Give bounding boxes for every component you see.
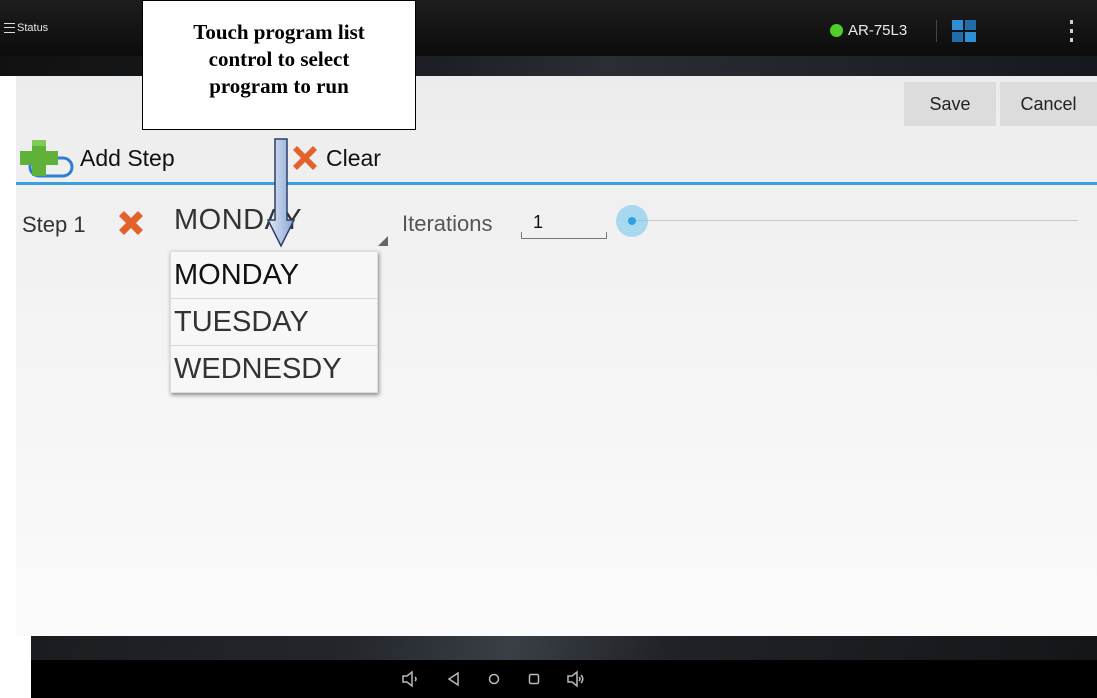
iterations-slider-track[interactable] [632,220,1078,221]
save-button[interactable]: Save [904,82,996,126]
dropdown-option[interactable]: MONDAY [171,252,377,299]
program-dropdown: MONDAY TUESDAY WEDNESDY [170,251,378,393]
system-nav-bar [31,660,1097,698]
recent-apps-icon[interactable] [525,670,543,688]
nav-strip [31,636,1097,660]
clear-button[interactable]: Clear [288,136,381,180]
add-plus-icon [20,140,74,178]
spinner-corner-icon [378,236,388,246]
section-divider [16,182,1097,185]
step-label: Step 1 [22,212,86,237]
device-indicator: AR-75L3 [830,22,907,39]
overflow-menu-icon[interactable] [1068,20,1074,42]
callout-line: control to select [208,47,350,71]
dropdown-option[interactable]: WEDNESDY [171,346,377,392]
device-name: AR-75L3 [848,22,908,39]
status-menu-label: Status [17,22,49,34]
back-icon[interactable] [445,670,463,688]
status-menu[interactable]: Status [4,22,48,34]
clear-label: Clear [326,144,381,171]
connection-status-dot [830,24,843,37]
volume-up-icon[interactable] [567,670,585,688]
iterations-field[interactable]: 1 [521,206,607,239]
callout-line: program to run [209,74,349,98]
callout-box: Touch program list control to select pro… [142,0,416,130]
callout-arrow-icon [266,138,296,248]
iterations-value: 1 [533,212,544,232]
home-icon[interactable] [485,670,503,688]
callout-line: Touch program list [193,20,365,44]
hamburger-icon [4,23,15,33]
add-step-label: Add Step [80,144,175,171]
tiles-icon[interactable] [952,20,976,42]
delete-step-icon[interactable] [116,208,146,238]
divider [936,20,937,42]
cancel-button[interactable]: Cancel [1000,82,1097,126]
iterations-label: Iterations [402,211,493,236]
add-step-button[interactable]: Add Step [18,136,175,180]
volume-down-icon[interactable] [401,670,419,688]
iterations-slider-thumb[interactable] [616,205,648,237]
dropdown-option[interactable]: TUESDAY [171,299,377,346]
